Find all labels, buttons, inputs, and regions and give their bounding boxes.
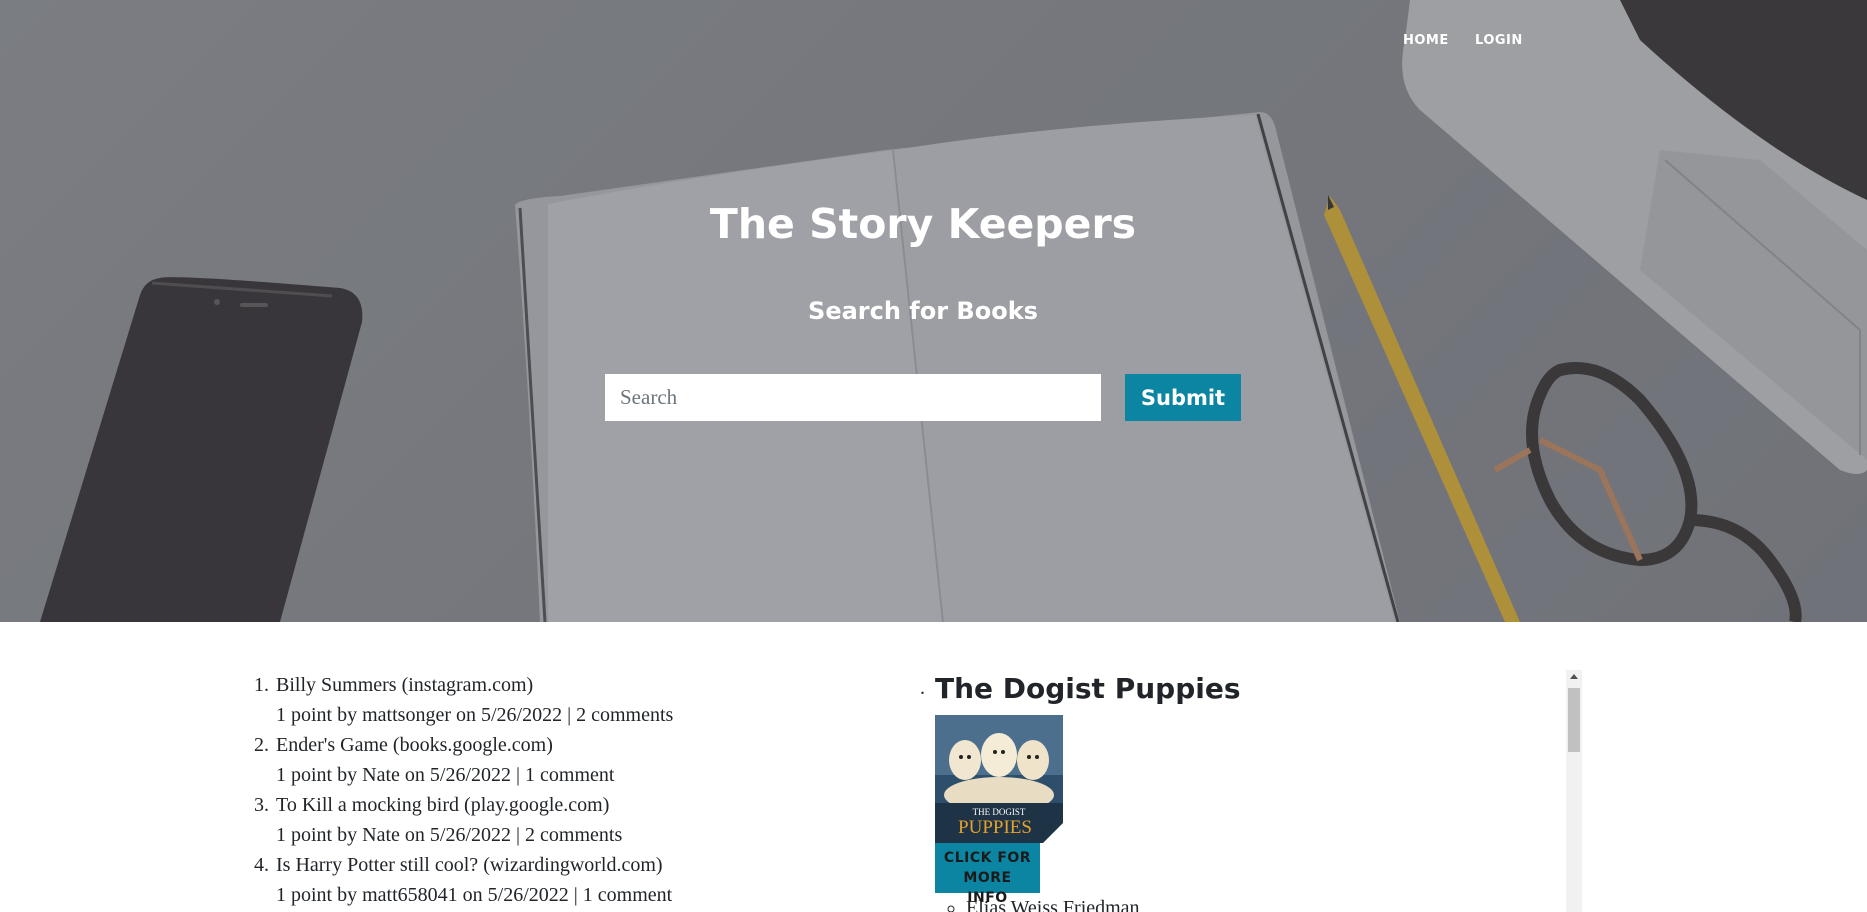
list-item: Billy Summers (instagram.com) 1 point by… bbox=[274, 670, 874, 730]
post-title-link[interactable]: Billy Summers bbox=[276, 674, 397, 696]
book-title: The Dogist Puppies bbox=[935, 672, 1241, 705]
cover-title-text: THE DOGIST bbox=[973, 807, 1026, 817]
search-heading: Search for Books bbox=[808, 297, 1038, 325]
hero-banner: HOME LOGIN The Story Keepers Search for … bbox=[0, 0, 1867, 622]
post-title-link[interactable]: Is Harry Potter still cool? bbox=[276, 854, 478, 876]
post-date: on 5/26/2022 | bbox=[404, 764, 521, 786]
list-item: Is Harry Potter still cool? (wizardingwo… bbox=[274, 850, 874, 910]
post-list: Billy Summers (instagram.com) 1 point by… bbox=[246, 670, 874, 910]
post-user-link[interactable]: Nate bbox=[362, 824, 400, 846]
featured-book-panel: . The Dogist Puppies THE DOGIST PUPPIES … bbox=[920, 669, 1580, 912]
post-comments-link[interactable]: 2 comments bbox=[525, 824, 622, 846]
post-points: 1 point by bbox=[276, 824, 358, 846]
more-info-button[interactable]: CLICK FOR MORE INFO bbox=[935, 843, 1040, 906]
post-comments-link[interactable]: 2 comments bbox=[576, 704, 673, 726]
post-meta: 1 point by Nate on 5/26/2022 | 1 comment bbox=[276, 760, 874, 790]
scroll-up-arrow-icon[interactable] bbox=[1570, 674, 1578, 679]
more-info-line-1: CLICK FOR bbox=[943, 850, 1032, 866]
post-date: on 5/26/2022 | bbox=[456, 704, 572, 726]
nav-login-link[interactable]: LOGIN bbox=[1475, 33, 1523, 48]
post-points: 1 point by bbox=[276, 704, 358, 726]
post-title-link[interactable]: Ender's Game bbox=[276, 734, 388, 756]
post-domain: (play.google.com) bbox=[464, 794, 610, 816]
post-comments-link[interactable]: 1 comment bbox=[525, 764, 614, 786]
submit-button[interactable]: Submit bbox=[1125, 374, 1241, 421]
author-list: Elias Weiss Friedman bbox=[958, 895, 1140, 912]
site-title: The Story Keepers bbox=[709, 200, 1137, 248]
post-user-link[interactable]: mattsonger bbox=[362, 704, 451, 726]
book-bullet: . bbox=[920, 677, 925, 699]
post-points: 1 point by bbox=[276, 884, 358, 906]
post-domain: (books.google.com) bbox=[392, 734, 553, 756]
post-comments-link[interactable]: 1 comment bbox=[583, 884, 672, 906]
post-meta: 1 point by matt658041 on 5/26/2022 | 1 c… bbox=[276, 880, 874, 910]
post-meta: 1 point by mattsonger on 5/26/2022 | 2 c… bbox=[276, 700, 874, 730]
book-cover-image[interactable]: THE DOGIST PUPPIES bbox=[935, 715, 1063, 843]
top-navigation: HOME LOGIN bbox=[0, 33, 1867, 53]
nav-home-link[interactable]: HOME bbox=[1403, 33, 1449, 48]
panel-scrollbar[interactable] bbox=[1566, 670, 1582, 912]
author-item: Elias Weiss Friedman bbox=[966, 895, 1140, 912]
book-cover-illustration: THE DOGIST PUPPIES bbox=[935, 715, 1063, 843]
list-item: To Kill a mocking bird (play.google.com)… bbox=[274, 790, 874, 850]
scroll-thumb[interactable] bbox=[1568, 688, 1580, 752]
cover-word-text: PUPPIES bbox=[958, 817, 1032, 838]
search-input[interactable] bbox=[605, 374, 1101, 421]
post-meta: 1 point by Nate on 5/26/2022 | 2 comment… bbox=[276, 820, 874, 850]
post-domain: (wizardingworld.com) bbox=[483, 854, 663, 876]
post-user-link[interactable]: Nate bbox=[362, 764, 400, 786]
post-date: on 5/26/2022 | bbox=[404, 824, 521, 846]
post-domain: (instagram.com) bbox=[401, 674, 534, 696]
post-user-link[interactable]: matt658041 bbox=[362, 884, 458, 906]
post-title-link[interactable]: To Kill a mocking bird bbox=[276, 794, 459, 816]
post-points: 1 point by bbox=[276, 764, 358, 786]
list-item: Ender's Game (books.google.com) 1 point … bbox=[274, 730, 874, 790]
post-date: on 5/26/2022 | bbox=[462, 884, 578, 906]
